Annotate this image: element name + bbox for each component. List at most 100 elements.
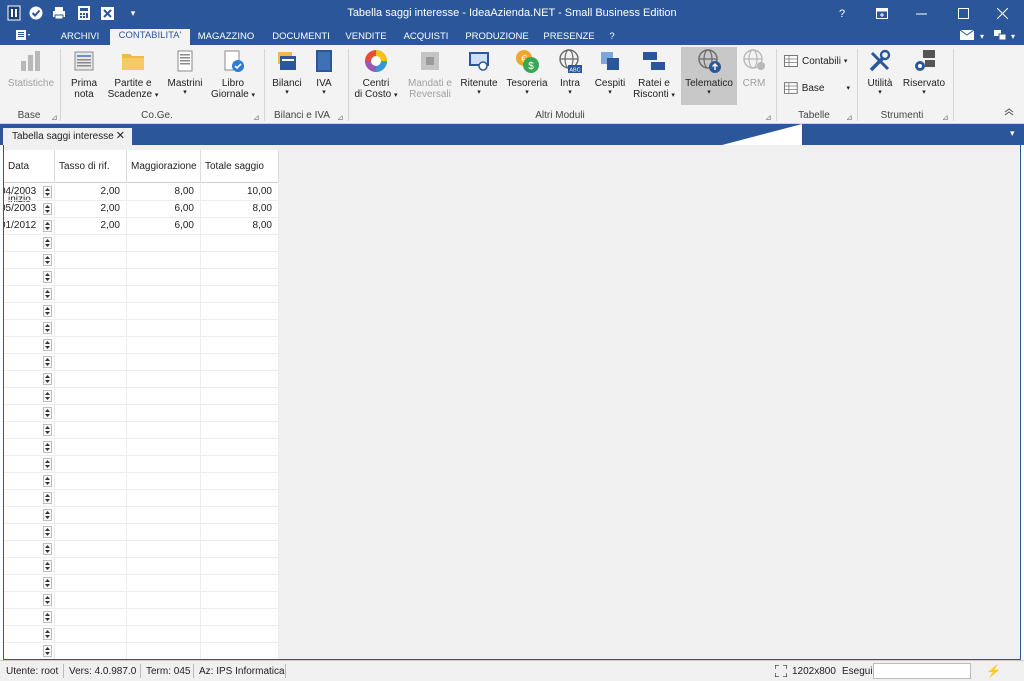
table-row[interactable] [4, 575, 279, 592]
table-row[interactable] [4, 286, 279, 303]
tab-contabilita[interactable]: CONTABILITA' [110, 29, 190, 45]
date-spinner[interactable] [43, 441, 52, 453]
cell-tasso-rif[interactable] [55, 388, 127, 404]
cell-tasso-rif[interactable] [55, 490, 127, 506]
date-spinner[interactable] [43, 220, 52, 232]
date-spinner[interactable] [43, 339, 52, 351]
cell-tasso-rif[interactable] [55, 558, 127, 574]
cell-totale-saggio[interactable] [201, 422, 279, 438]
cell-maggiorazione[interactable]: 8,00 [127, 184, 201, 200]
group-strumenti-launcher-icon[interactable]: ⊿ [942, 113, 949, 122]
column-maggiorazione[interactable]: Maggiorazione [127, 150, 201, 183]
partite-scadenze-button[interactable]: Partite e Scadenze ▾ [104, 48, 162, 101]
date-spinner[interactable] [43, 186, 52, 198]
table-row[interactable] [4, 524, 279, 541]
date-spinner[interactable] [43, 407, 52, 419]
cell-tasso-rif[interactable] [55, 609, 127, 625]
table-row[interactable] [4, 439, 279, 456]
utilita-button[interactable]: Utilità ▾ [861, 48, 899, 97]
cell-totale-saggio[interactable] [201, 439, 279, 455]
collapse-ribbon-icon[interactable] [1004, 107, 1014, 119]
cell-totale-saggio[interactable] [201, 626, 279, 642]
date-spinner[interactable] [43, 288, 52, 300]
libro-giornale-button[interactable]: Libro Giornale ▾ [206, 48, 260, 101]
cell-tasso-rif[interactable] [55, 456, 127, 472]
cell-tasso-rif[interactable] [55, 524, 127, 540]
cell-totale-saggio[interactable] [201, 490, 279, 506]
cell-tasso-rif[interactable] [55, 439, 127, 455]
iva-button[interactable]: IVA ▾ [306, 48, 342, 97]
tab-magazzino[interactable]: MAGAZZINO [194, 30, 258, 45]
date-spinner[interactable] [43, 424, 52, 436]
cell-maggiorazione[interactable] [127, 303, 201, 319]
close-tab-icon[interactable]: ✕ [116, 128, 125, 145]
date-spinner[interactable] [43, 475, 52, 487]
cell-maggiorazione[interactable]: 6,00 [127, 218, 201, 234]
cell-tasso-rif[interactable] [55, 405, 127, 421]
table-row[interactable] [4, 643, 279, 659]
date-spinner[interactable] [43, 611, 52, 623]
statistiche-button[interactable]: Statistiche [6, 48, 56, 89]
table-row[interactable] [4, 422, 279, 439]
cell-tasso-rif[interactable] [55, 422, 127, 438]
group-coge-launcher-icon[interactable]: ⊿ [253, 113, 260, 122]
table-row[interactable] [4, 490, 279, 507]
cell-totale-saggio[interactable] [201, 286, 279, 302]
table-row[interactable] [4, 592, 279, 609]
date-spinner[interactable] [43, 305, 52, 317]
cespiti-button[interactable]: Cespiti ▾ [590, 48, 630, 97]
cell-tasso-rif[interactable] [55, 473, 127, 489]
tab-list-dropdown-icon[interactable]: ▾ [1010, 128, 1015, 139]
cell-maggiorazione[interactable] [127, 371, 201, 387]
cell-totale-saggio[interactable] [201, 252, 279, 268]
date-spinner[interactable] [43, 322, 52, 334]
cell-tasso-rif[interactable] [55, 371, 127, 387]
date-spinner[interactable] [43, 560, 52, 572]
table-row[interactable] [4, 405, 279, 422]
table-row[interactable] [4, 252, 279, 269]
cell-totale-saggio[interactable] [201, 405, 279, 421]
centri-costo-button[interactable]: Centri di Costo ▾ [352, 48, 400, 101]
cell-maggiorazione[interactable] [127, 456, 201, 472]
cell-tasso-rif[interactable]: 2,00 [55, 201, 127, 217]
ritenute-button[interactable]: Ritenute ▾ [458, 48, 500, 97]
cell-maggiorazione[interactable] [127, 422, 201, 438]
cell-maggiorazione[interactable]: 6,00 [127, 201, 201, 217]
cell-maggiorazione[interactable] [127, 405, 201, 421]
ratei-risconti-button[interactable]: Ratei e Risconti ▾ [630, 48, 678, 101]
cell-totale-saggio[interactable] [201, 337, 279, 353]
column-tasso-rif[interactable]: Tasso di rif. [55, 150, 127, 183]
date-spinner[interactable] [43, 509, 52, 521]
date-spinner[interactable] [43, 390, 52, 402]
table-row[interactable] [4, 456, 279, 473]
cell-tasso-rif[interactable] [55, 541, 127, 557]
cell-tasso-rif[interactable] [55, 507, 127, 523]
table-row[interactable]: 05/20032,006,008,00 [4, 201, 279, 218]
tab-documenti[interactable]: DOCUMENTI [268, 30, 334, 45]
group-tabelle-launcher-icon[interactable]: ⊿ [846, 113, 853, 122]
cell-maggiorazione[interactable] [127, 269, 201, 285]
date-spinner[interactable] [43, 373, 52, 385]
cell-totale-saggio[interactable]: 8,00 [201, 201, 279, 217]
tab-acquisti[interactable]: ACQUISTI [399, 30, 453, 45]
cell-totale-saggio[interactable] [201, 541, 279, 557]
cell-tasso-rif[interactable] [55, 575, 127, 591]
table-row[interactable] [4, 388, 279, 405]
cell-maggiorazione[interactable] [127, 541, 201, 557]
table-row[interactable]: 04/20032,008,0010,00 [4, 184, 279, 201]
cell-totale-saggio[interactable] [201, 592, 279, 608]
table-row[interactable] [4, 320, 279, 337]
cell-maggiorazione[interactable] [127, 558, 201, 574]
cell-maggiorazione[interactable] [127, 507, 201, 523]
cell-maggiorazione[interactable] [127, 643, 201, 659]
cell-totale-saggio[interactable] [201, 354, 279, 370]
tab-produzione[interactable]: PRODUZIONE [463, 30, 531, 45]
table-row[interactable] [4, 507, 279, 524]
tesoreria-button[interactable]: € $ Tesoreria ▾ [503, 48, 551, 97]
cell-maggiorazione[interactable] [127, 626, 201, 642]
date-spinner[interactable] [43, 356, 52, 368]
mastrini-button[interactable]: Mastrini ▾ [164, 48, 206, 97]
date-spinner[interactable] [43, 458, 52, 470]
tab-vendite[interactable]: VENDITE [342, 30, 390, 45]
cell-maggiorazione[interactable] [127, 337, 201, 353]
